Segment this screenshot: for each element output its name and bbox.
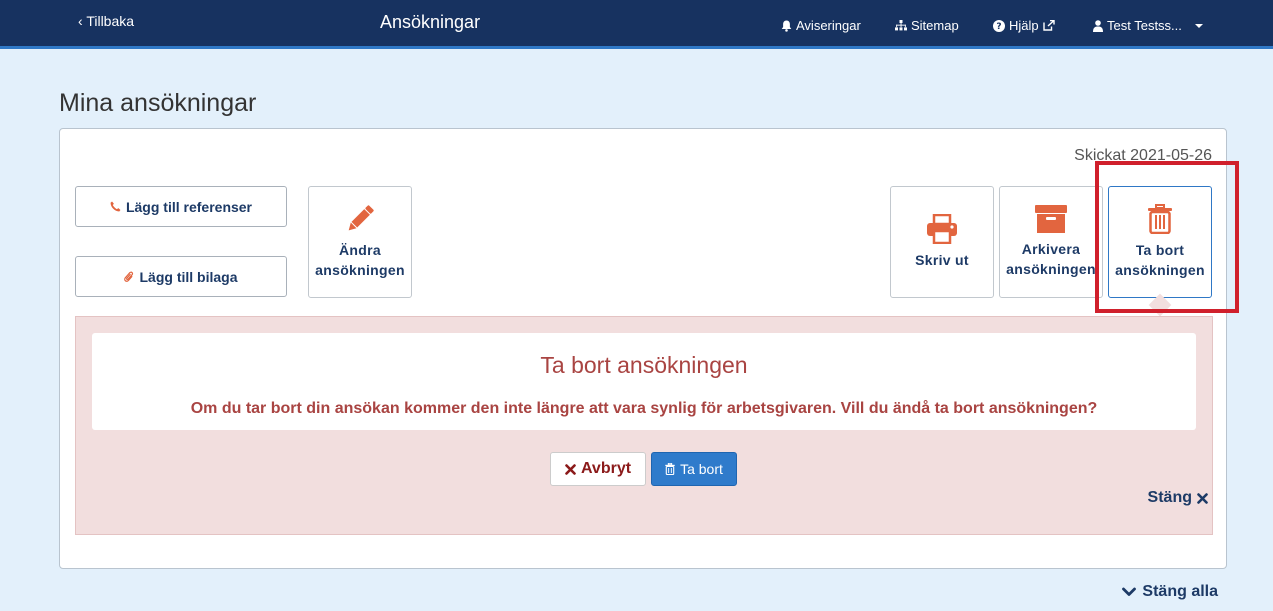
caret-down-icon [1194,23,1203,28]
confirm-delete-label: Ta bort [680,461,723,477]
sent-date: Skickat 2021-05-26 [1074,147,1212,164]
notifications-label: Aviseringar [796,18,861,33]
archive-application-button[interactable]: Arkivera ansökningen [999,186,1103,298]
close-all-link[interactable]: Stäng alla [1122,583,1218,601]
confirm-delete-button[interactable]: Ta bort [651,452,737,486]
user-icon [1093,19,1103,32]
confirmation-message: Om du tar bort din ansökan kommer den in… [190,400,1098,417]
chevron-left-icon: ‹ [78,13,83,29]
close-panel-link[interactable]: Stäng [1148,489,1208,507]
trash-icon [1148,204,1172,234]
bell-icon [781,20,792,32]
add-attachment-button[interactable]: Lägg till bilaga [75,256,287,297]
external-link-icon [1042,20,1055,31]
back-label: Tillbaka [86,13,135,29]
question-circle-icon: ? [993,19,1005,32]
pencil-icon [348,205,374,231]
archive-label-line2: ansökningen [1006,261,1096,277]
sitemap-icon [895,20,907,31]
add-attachment-label: Lägg till bilaga [139,268,238,285]
user-name: Test Testss... [1107,18,1182,33]
phone-icon [110,201,121,212]
confirmation-title: Ta bort ansökningen [540,352,748,378]
printer-icon [927,214,957,244]
archive-box-icon [1035,205,1067,233]
paperclip-icon [124,271,134,282]
trash-icon [665,463,675,475]
delete-application-button[interactable]: Ta bort ansökningen [1108,186,1212,298]
page-title: Mina ansökningar [59,89,257,117]
svg-text:?: ? [996,22,1001,32]
print-label: Skriv ut [915,252,969,268]
delete-confirmation-panel: Ta bort ansökningen Om du tar bort din a… [75,316,1213,535]
top-navbar: ‹ Tillbaka Ansökningar Aviseringar Sitem… [0,0,1273,49]
back-link[interactable]: ‹ Tillbaka [78,13,134,29]
cancel-label: Avbryt [580,460,632,477]
edit-label-line2: ansökningen [315,262,405,278]
add-references-label: Lägg till referenser [125,198,253,215]
sitemap-label: Sitemap [911,18,959,33]
archive-label-line1: Arkivera [1021,241,1081,257]
delete-label-line1: Ta bort [1135,242,1185,258]
confirmation-message-box: Ta bort ansökningen Om du tar bort din a… [92,333,1196,430]
application-card: Skickat 2021-05-26 Lägg till referenser … [59,128,1227,569]
print-button[interactable]: Skriv ut [890,186,994,298]
times-icon [1197,492,1208,504]
edit-application-button[interactable]: Ändra ansökningen [308,186,412,298]
help-link[interactable]: ? Hjälp [993,18,1055,33]
chevron-down-icon [1122,587,1137,596]
cancel-button[interactable]: Avbryt [550,452,646,486]
times-icon [565,463,576,475]
user-menu[interactable]: Test Testss... [1093,18,1204,33]
sitemap-link[interactable]: Sitemap [895,18,959,33]
add-references-button[interactable]: Lägg till referenser [75,186,287,227]
help-label: Hjälp [1009,18,1039,33]
edit-label-line1: Ändra [339,242,381,258]
close-all-label: Stäng alla [1142,583,1218,600]
notifications-link[interactable]: Aviseringar [781,18,861,33]
delete-label-line2: ansökningen [1115,262,1205,278]
header-title: Ansökningar [380,12,481,32]
close-label: Stäng [1147,489,1192,506]
